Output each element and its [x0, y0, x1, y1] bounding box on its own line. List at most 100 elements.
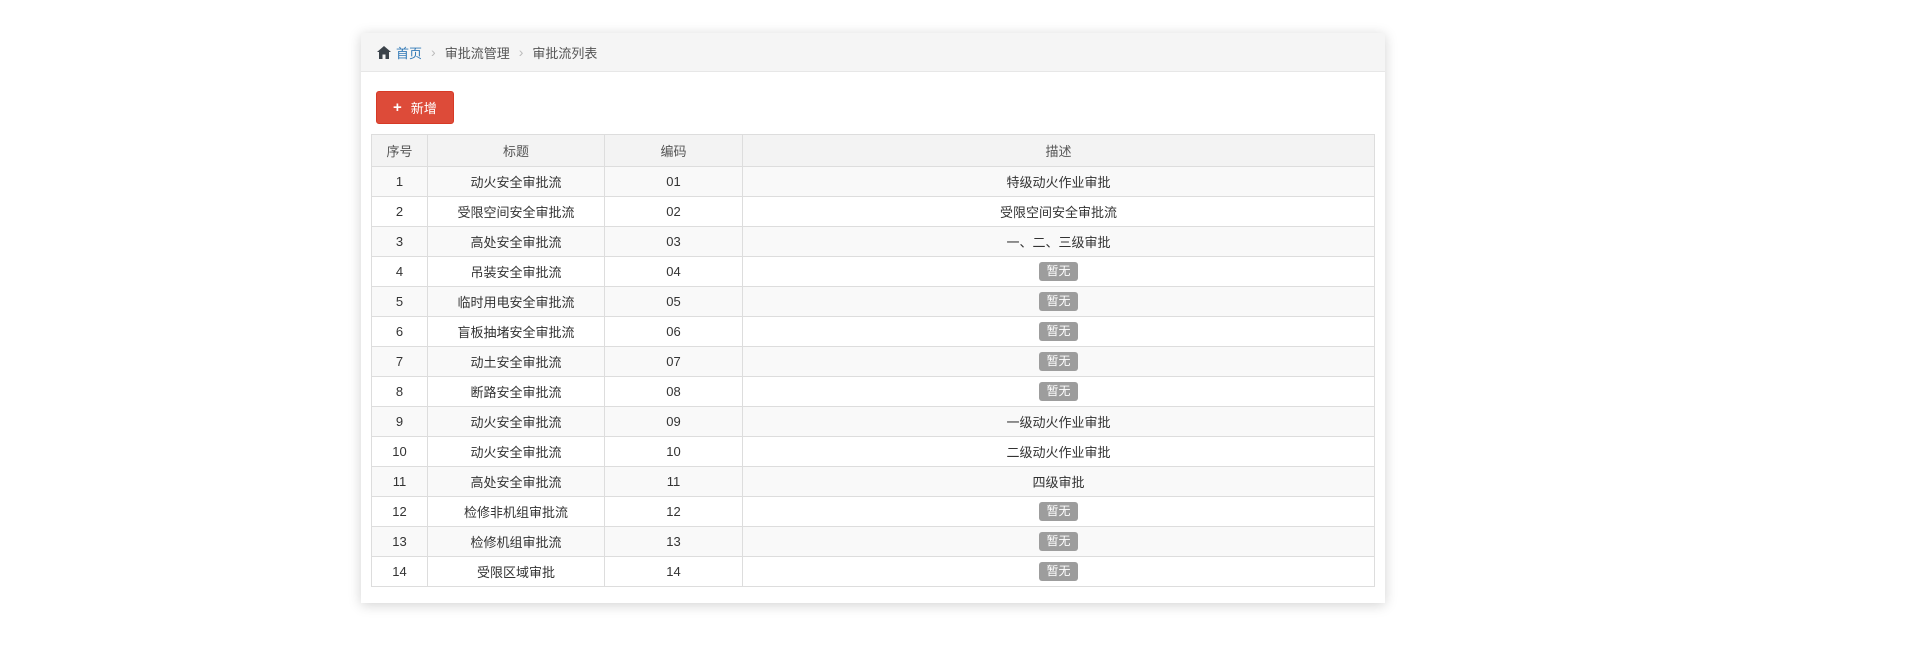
row-description-cell: 暂无: [743, 257, 1375, 287]
row-title: 临时用电安全审批流: [428, 287, 605, 317]
table-row[interactable]: 7 动土安全审批流 07 暂无: [372, 347, 1375, 377]
row-number: 11: [372, 467, 428, 497]
table-row[interactable]: 12 检修非机组审批流 12 暂无: [372, 497, 1375, 527]
row-description-cell: 暂无: [743, 317, 1375, 347]
row-code: 14: [605, 557, 743, 587]
row-number: 5: [372, 287, 428, 317]
breadcrumb-home-label: 首页: [396, 43, 422, 62]
row-code: 08: [605, 377, 743, 407]
empty-badge: 暂无: [1039, 262, 1077, 281]
empty-badge: 暂无: [1039, 382, 1077, 401]
row-description-cell: 受限空间安全审批流: [743, 197, 1375, 227]
row-code: 05: [605, 287, 743, 317]
row-number: 2: [372, 197, 428, 227]
empty-badge: 暂无: [1039, 532, 1077, 551]
table-row[interactable]: 6 盲板抽堵安全审批流 06 暂无: [372, 317, 1375, 347]
row-title: 吊装安全审批流: [428, 257, 605, 287]
row-title: 检修非机组审批流: [428, 497, 605, 527]
table-row[interactable]: 13 检修机组审批流 13 暂无: [372, 527, 1375, 557]
table-row[interactable]: 10 动火安全审批流 10 二级动火作业审批: [372, 437, 1375, 467]
row-code: 06: [605, 317, 743, 347]
breadcrumb-home-link[interactable]: 首页: [377, 43, 422, 62]
row-title: 受限区域审批: [428, 557, 605, 587]
empty-badge: 暂无: [1039, 322, 1077, 341]
row-number: 13: [372, 527, 428, 557]
row-description: 一级动火作业审批: [1006, 415, 1110, 430]
approval-flow-table: 序号 标题 编码 描述 1 动火安全审批流 01 特级动火作业审批 2 受限空间…: [371, 134, 1375, 587]
row-description-cell: 暂无: [743, 557, 1375, 587]
add-button-label: 新增: [411, 98, 437, 117]
breadcrumb-separator: ›: [519, 45, 524, 59]
empty-badge: 暂无: [1039, 292, 1077, 311]
row-description: 一、二、三级审批: [1006, 235, 1110, 250]
breadcrumb-separator: ›: [431, 45, 436, 59]
content-card: 首页 › 审批流管理 › 审批流列表 + 新增 序号 标题 编码 描述 1 动火…: [361, 33, 1385, 603]
table-row[interactable]: 8 断路安全审批流 08 暂无: [372, 377, 1375, 407]
row-number: 14: [372, 557, 428, 587]
row-number: 4: [372, 257, 428, 287]
row-description: 二级动火作业审批: [1006, 445, 1110, 460]
empty-badge: 暂无: [1039, 562, 1077, 581]
empty-badge: 暂无: [1039, 502, 1077, 521]
row-title: 断路安全审批流: [428, 377, 605, 407]
add-button[interactable]: + 新增: [376, 91, 454, 124]
row-number: 3: [372, 227, 428, 257]
table-row[interactable]: 1 动火安全审批流 01 特级动火作业审批: [372, 167, 1375, 197]
main-content: + 新增 序号 标题 编码 描述 1 动火安全审批流 01 特级动火作业审批 2…: [361, 72, 1385, 587]
row-description: 四级审批: [1032, 475, 1084, 490]
row-number: 8: [372, 377, 428, 407]
table-row[interactable]: 11 高处安全审批流 11 四级审批: [372, 467, 1375, 497]
table-row[interactable]: 3 高处安全审批流 03 一、二、三级审批: [372, 227, 1375, 257]
row-description-cell: 暂无: [743, 287, 1375, 317]
row-code: 10: [605, 437, 743, 467]
row-title: 受限空间安全审批流: [428, 197, 605, 227]
row-description-cell: 暂无: [743, 527, 1375, 557]
table-row[interactable]: 2 受限空间安全审批流 02 受限空间安全审批流: [372, 197, 1375, 227]
row-title: 盲板抽堵安全审批流: [428, 317, 605, 347]
breadcrumb-item-approval-list: 审批流列表: [532, 43, 597, 62]
row-number: 1: [372, 167, 428, 197]
header-title: 标题: [428, 135, 605, 167]
row-description-cell: 一、二、三级审批: [743, 227, 1375, 257]
row-title: 动火安全审批流: [428, 407, 605, 437]
row-description-cell: 特级动火作业审批: [743, 167, 1375, 197]
row-description: 特级动火作业审批: [1006, 175, 1110, 190]
row-title: 高处安全审批流: [428, 227, 605, 257]
row-code: 13: [605, 527, 743, 557]
row-number: 10: [372, 437, 428, 467]
row-description-cell: 四级审批: [743, 467, 1375, 497]
row-title: 动火安全审批流: [428, 167, 605, 197]
table-body: 1 动火安全审批流 01 特级动火作业审批 2 受限空间安全审批流 02 受限空…: [372, 167, 1375, 587]
row-number: 7: [372, 347, 428, 377]
empty-badge: 暂无: [1039, 352, 1077, 371]
row-code: 12: [605, 497, 743, 527]
row-code: 03: [605, 227, 743, 257]
row-description-cell: 暂无: [743, 377, 1375, 407]
table-row[interactable]: 14 受限区域审批 14 暂无: [372, 557, 1375, 587]
plus-icon: +: [393, 100, 402, 115]
row-title: 动土安全审批流: [428, 347, 605, 377]
row-description-cell: 一级动火作业审批: [743, 407, 1375, 437]
breadcrumb-item-approval-management[interactable]: 审批流管理: [445, 43, 510, 62]
row-number: 9: [372, 407, 428, 437]
row-title: 动火安全审批流: [428, 437, 605, 467]
table-row[interactable]: 9 动火安全审批流 09 一级动火作业审批: [372, 407, 1375, 437]
header-code: 编码: [605, 135, 743, 167]
row-code: 11: [605, 467, 743, 497]
table-row[interactable]: 4 吊装安全审批流 04 暂无: [372, 257, 1375, 287]
row-description-cell: 暂无: [743, 347, 1375, 377]
row-description: 受限空间安全审批流: [1000, 205, 1117, 220]
table-row[interactable]: 5 临时用电安全审批流 05 暂无: [372, 287, 1375, 317]
row-title: 高处安全审批流: [428, 467, 605, 497]
header-description: 描述: [743, 135, 1375, 167]
row-code: 04: [605, 257, 743, 287]
row-description-cell: 暂无: [743, 497, 1375, 527]
row-description-cell: 二级动火作业审批: [743, 437, 1375, 467]
row-code: 01: [605, 167, 743, 197]
home-icon: [377, 46, 391, 59]
row-code: 09: [605, 407, 743, 437]
row-code: 02: [605, 197, 743, 227]
table-header-row: 序号 标题 编码 描述: [372, 135, 1375, 167]
row-code: 07: [605, 347, 743, 377]
row-number: 12: [372, 497, 428, 527]
